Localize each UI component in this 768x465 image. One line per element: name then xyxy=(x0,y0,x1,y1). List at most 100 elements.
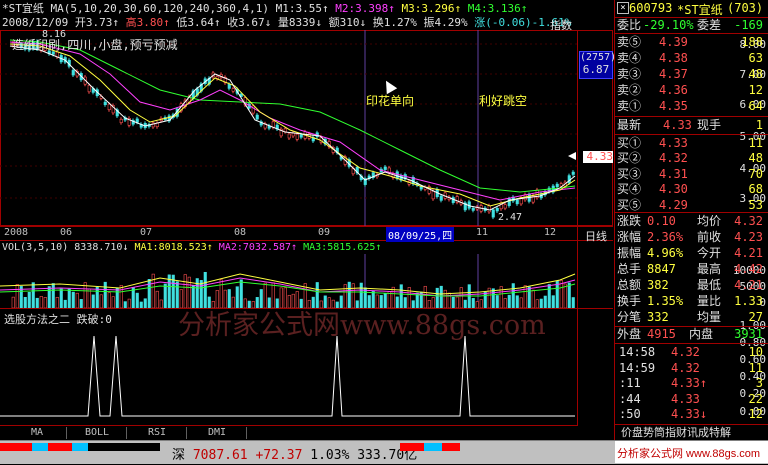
volume-bar xyxy=(99,294,103,308)
stat-label: 涨跌 xyxy=(617,214,642,228)
vol-ma2: MA2:7032.587↑ xyxy=(218,242,298,253)
tick-time: 14:59 xyxy=(619,360,656,375)
candle-body xyxy=(107,103,111,111)
date-07: 07 xyxy=(140,227,153,238)
stat-value: 4.21 xyxy=(734,278,763,292)
index-pct: 1.03% xyxy=(310,448,350,463)
volume-bar xyxy=(27,291,31,308)
candle-body xyxy=(291,132,295,137)
candle-body xyxy=(439,195,443,201)
close-value: 收3.67↓ xyxy=(227,16,272,29)
tick-price: 4.33↑ xyxy=(671,376,708,390)
low-value: 低3.64↑ xyxy=(176,16,221,29)
buy-level-row: 买① 4.33 11 xyxy=(615,136,765,151)
vol-header: VOL(3,5,10) 8338.710↓ MA1:8018.523↑ MA2:… xyxy=(2,242,577,254)
tick-time: :11 xyxy=(619,376,641,390)
tick-price: 4.32 xyxy=(671,360,700,375)
volume-bar xyxy=(67,288,71,308)
sell-level-row: 卖③ 4.37 48 xyxy=(615,67,765,82)
candle-body xyxy=(495,207,499,212)
candle-body xyxy=(395,171,399,179)
stat-label: 前收 xyxy=(697,230,722,244)
amount-value: 额310↓ xyxy=(328,16,367,29)
volume-bar xyxy=(547,284,551,308)
volume-bar xyxy=(143,298,147,308)
volume-bar xyxy=(91,294,95,308)
waipan-row: 外盘 4915 内盘 3931 xyxy=(615,327,765,342)
volume-bar xyxy=(75,292,79,308)
volume-bar xyxy=(571,297,575,308)
buy-level-label: 买④ xyxy=(617,182,642,197)
date-cursor: 08/09/25,四 xyxy=(386,227,455,242)
neipan-value: 3931 xyxy=(734,327,763,341)
tab-dmi[interactable]: DMI xyxy=(188,427,247,439)
stat-value: 4.21 xyxy=(734,246,763,260)
volume-bar xyxy=(135,292,139,308)
bottom-tab-strip[interactable]: 价盘势筒指财讯成特解 xyxy=(615,424,768,440)
stat-value: 2.36% xyxy=(647,230,684,244)
stock-title: *ST宜纸 xyxy=(677,3,723,17)
stat-row: 换手 1.35% 量比 1.33 xyxy=(615,294,765,309)
brand-text: 分析家公式网 www.88gs.com xyxy=(617,448,761,460)
date-11: 11 xyxy=(476,227,489,238)
tick-price: 4.33↓ xyxy=(671,407,708,421)
hand-value: 1 xyxy=(755,118,763,132)
sell-level-label: 卖② xyxy=(617,83,642,97)
price-chart[interactable] xyxy=(0,30,578,226)
stat-label: 量比 xyxy=(697,294,722,308)
volume-bar xyxy=(23,296,27,308)
close-icon[interactable]: × xyxy=(617,2,629,14)
status-bar: 深 7087.61 +72.37 1.03% 333.70亿 分析家公式网 ww… xyxy=(0,440,768,464)
volume-bar xyxy=(43,297,47,308)
weicha-label: 委差 xyxy=(697,18,722,32)
candle-body xyxy=(419,186,423,190)
weicha-value: -169 xyxy=(734,18,763,32)
stat-value: 4.96% xyxy=(647,246,684,260)
weibi-row: 委比 -29.10% 委差 -169 xyxy=(615,18,765,33)
ma-spec: MA(5,10,20,30,60,120,240,360,4,1) xyxy=(50,2,270,15)
volume-bar xyxy=(563,283,567,308)
volume-chart[interactable] xyxy=(0,254,578,308)
tick-volume: 11 xyxy=(748,360,763,375)
date-09: 09 xyxy=(318,227,331,238)
stat-value: 4.23 xyxy=(734,230,763,244)
stat-value: 332 xyxy=(647,310,669,324)
stock-code: 600793 xyxy=(629,1,673,15)
candle-body xyxy=(119,118,123,123)
buy-level-volume: 53 xyxy=(748,197,763,212)
buy-level-price: 4.32 xyxy=(659,151,688,166)
stat-label: 涨幅 xyxy=(617,230,642,244)
buy-level-label: 买① xyxy=(617,136,642,150)
tick-time: 14:58 xyxy=(619,345,656,359)
candle-body xyxy=(487,205,491,213)
sell-level-label: 卖① xyxy=(617,99,642,113)
stat-value: 1.33 xyxy=(734,294,763,308)
date-06: 06 xyxy=(60,227,73,238)
m4-value: M4:3.136↑ xyxy=(467,2,528,15)
tab-boll[interactable]: BOLL xyxy=(68,427,127,439)
sell-level-volume: 63 xyxy=(748,51,763,65)
min-price-label: 2.47 xyxy=(498,212,523,223)
stat-label: 均量 xyxy=(697,310,722,324)
annotation-stamp-tax: 印花单向 xyxy=(366,94,415,108)
indicator-header: *ST宜纸 MA(5,10,20,30,60,120,240,360,4,1) … xyxy=(2,2,577,16)
stock-name: *ST宜纸 xyxy=(2,2,44,15)
candle-body xyxy=(515,199,519,205)
current-price-tag: 4.33 xyxy=(583,151,613,163)
tab-rsi[interactable]: RSI xyxy=(128,427,187,439)
buy-level-row: 买⑤ 4.29 53 xyxy=(615,198,765,213)
latest-row: 最新 4.33 现手 1 xyxy=(615,118,765,133)
selection-chart[interactable] xyxy=(0,318,578,424)
volume-bar xyxy=(107,292,111,308)
buy-level-price: 4.30 xyxy=(659,182,688,197)
vol-ma1: MA1:8018.523↑ xyxy=(134,242,213,253)
period-label[interactable]: 日线 xyxy=(585,228,607,244)
weibi-value: -29.10% xyxy=(643,18,694,32)
volume-bar xyxy=(163,283,167,308)
amplitude-value: 振4.29% xyxy=(423,16,468,29)
waipan-label: 外盘 xyxy=(617,327,642,341)
tick-volume: 3 xyxy=(755,376,763,390)
sell-level-price: 4.38 xyxy=(659,51,688,65)
candle-body xyxy=(555,183,559,188)
tab-ma[interactable]: MA xyxy=(8,427,67,439)
